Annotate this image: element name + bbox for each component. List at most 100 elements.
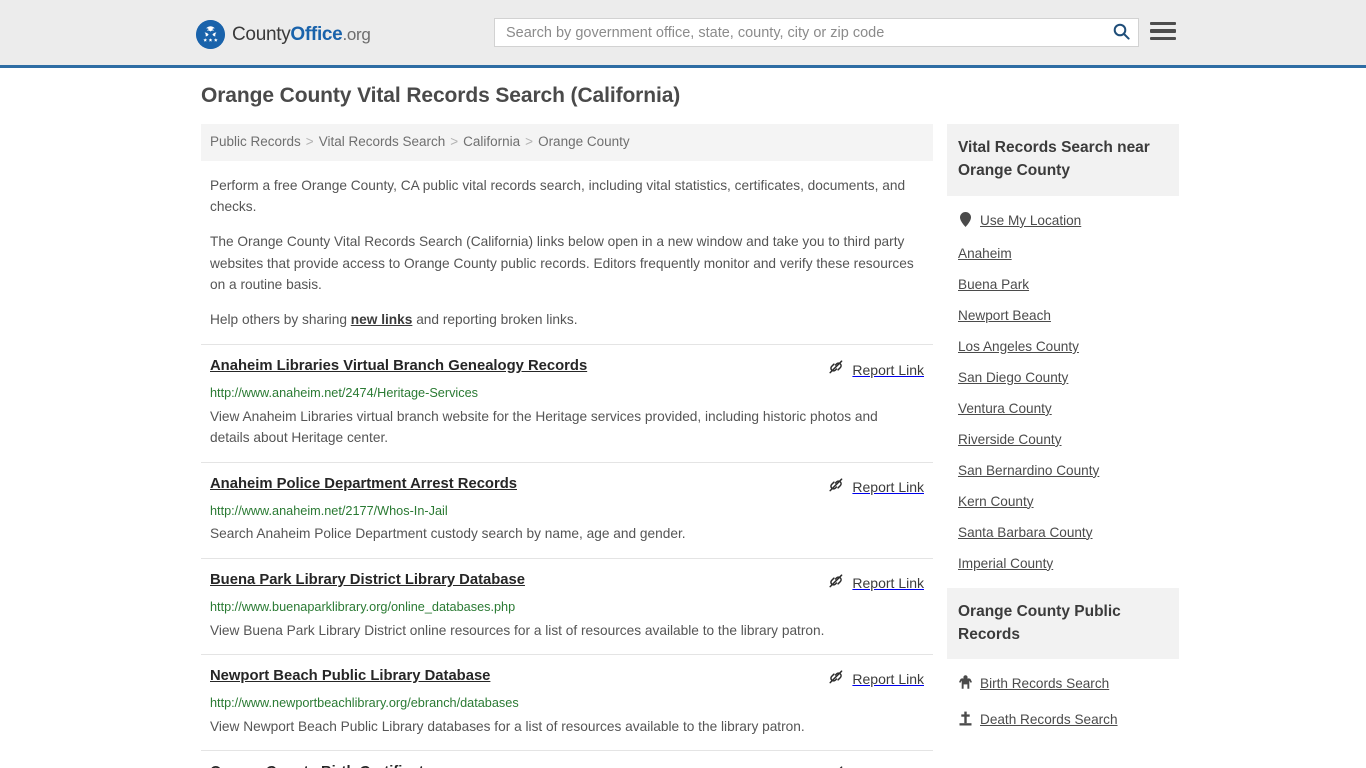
report-link-button[interactable]: Report Link: [828, 358, 924, 380]
result-description: View Anaheim Libraries virtual branch we…: [210, 409, 878, 446]
sidebar-item-kern-county[interactable]: Kern County: [947, 487, 1179, 518]
result-item: Newport Beach Public Library Database Re…: [201, 653, 933, 750]
breadcrumb-item-california[interactable]: California: [463, 134, 520, 149]
breadcrumb-item-orange-county[interactable]: Orange County: [538, 134, 630, 149]
search-icon: [1113, 23, 1130, 43]
sidebar-item-anaheim[interactable]: Anaheim: [947, 239, 1179, 270]
content-container: Orange County Vital Records Search (Cali…: [193, 68, 1179, 768]
result-header: Newport Beach Public Library Database Re…: [210, 668, 924, 690]
result-title-link[interactable]: Anaheim Libraries Virtual Branch Genealo…: [210, 358, 587, 376]
report-link-button[interactable]: Report Link: [828, 764, 924, 768]
report-link-button[interactable]: Report Link: [828, 572, 924, 594]
result-item: Anaheim Police Department Arrest Records: [201, 461, 933, 558]
logo-text-org: .org: [342, 25, 371, 44]
result-url[interactable]: http://www.anaheim.net/2177/Whos-In-Jail: [210, 504, 924, 520]
result-header: Anaheim Police Department Arrest Records: [210, 476, 924, 498]
sidebar-link-san-bernardino-county[interactable]: San Bernardino County: [958, 463, 1099, 479]
sidebar-item-death-records-search[interactable]: Death Records Search: [947, 703, 1179, 739]
breadcrumb-separator: >: [525, 134, 534, 149]
sidebar-item-imperial-county[interactable]: Imperial County: [947, 549, 1179, 580]
result-description: Search Anaheim Police Department custody…: [210, 526, 686, 542]
broken-link-icon: [828, 669, 844, 690]
breadcrumb-separator: >: [450, 134, 459, 149]
report-link-label: Report Link: [852, 575, 924, 592]
breadcrumb: Public Records > Vital Records Search > Cali…: [201, 124, 933, 161]
sidebar-link-riverside-county[interactable]: Riverside County: [958, 432, 1062, 448]
sidebar-item-newport-beach[interactable]: Newport Beach: [947, 301, 1179, 332]
broken-link-icon: [828, 573, 844, 594]
report-link-button[interactable]: Report Link: [828, 668, 924, 690]
result-title-link[interactable]: Buena Park Library District Library Data…: [210, 572, 525, 590]
sidebar-link-birth-records-search[interactable]: Birth Records Search: [980, 676, 1109, 692]
sidebar-link-anaheim[interactable]: Anaheim: [958, 246, 1012, 262]
breadcrumb-separator: >: [305, 134, 314, 149]
intro-paragraph-2: The Orange County Vital Records Search (…: [210, 234, 914, 292]
sidebar-link-imperial-county[interactable]: Imperial County: [958, 556, 1053, 572]
broken-link-icon: [828, 359, 844, 380]
sidebar-link-use-my-location[interactable]: Use My Location: [980, 213, 1081, 229]
result-item: Anaheim Libraries Virtual Branch Genealo…: [201, 344, 933, 461]
search-bar: [494, 18, 1139, 47]
result-title-link[interactable]: Anaheim Police Department Arrest Records: [210, 476, 517, 494]
result-url[interactable]: http://www.anaheim.net/2474/Heritage-Ser…: [210, 386, 924, 402]
result-description: View Newport Beach Public Library databa…: [210, 718, 805, 734]
report-link-button[interactable]: Report Link: [828, 476, 924, 498]
sidebar-item-ventura-county[interactable]: Ventura County: [947, 394, 1179, 425]
hamburger-menu-icon[interactable]: [1150, 20, 1176, 42]
sidebar-link-ventura-county[interactable]: Ventura County: [958, 401, 1052, 417]
sidebar-item-birth-records-search[interactable]: Birth Records Search: [947, 667, 1179, 703]
logo-text-office: Office: [290, 24, 343, 45]
sidebar-nearby-list: Use My Location Anaheim Buena Park Newpo…: [947, 196, 1179, 580]
search-button[interactable]: [1104, 19, 1138, 46]
sidebar-item-los-angeles-county[interactable]: Los Angeles County: [947, 332, 1179, 363]
report-link-label: Report Link: [852, 671, 924, 688]
grave-cross-icon: [958, 711, 972, 731]
intro-text-after-link: and reporting broken links.: [412, 312, 578, 328]
sidebar-public-records-list: Birth Records Search Death Records Searc…: [947, 659, 1179, 738]
intro-paragraph-1: Perform a free Orange County, CA public …: [210, 177, 906, 215]
sidebar-link-los-angeles-county[interactable]: Los Angeles County: [958, 339, 1079, 355]
sidebar-item-santa-barbara-county[interactable]: Santa Barbara County: [947, 518, 1179, 549]
sidebar-link-buena-park[interactable]: Buena Park: [958, 277, 1029, 293]
sidebar-link-newport-beach[interactable]: Newport Beach: [958, 308, 1051, 324]
main-column: Public Records > Vital Records Search > Cali…: [201, 124, 933, 768]
site-header: CountyOffice.org: [0, 0, 1366, 68]
sidebar-item-san-bernardino-county[interactable]: San Bernardino County: [947, 456, 1179, 487]
result-url[interactable]: http://www.newportbeachlibrary.org/ebran…: [210, 696, 924, 712]
sidebar-item-san-diego-county[interactable]: San Diego County: [947, 363, 1179, 394]
result-url[interactable]: http://www.buenaparklibrary.org/online_d…: [210, 600, 924, 616]
sidebar-item-use-my-location[interactable]: Use My Location: [947, 204, 1179, 240]
search-input[interactable]: [495, 19, 1104, 46]
sidebar-link-kern-county[interactable]: Kern County: [958, 494, 1034, 510]
result-title-link[interactable]: Orange County Birth Certificates: [210, 764, 440, 768]
baby-icon: [958, 675, 972, 695]
results-list: Anaheim Libraries Virtual Branch Genealo…: [201, 344, 933, 768]
sidebar-item-riverside-county[interactable]: Riverside County: [947, 425, 1179, 456]
hamburger-bar-1: [1150, 22, 1176, 26]
report-link-label: Report Link: [852, 479, 924, 496]
new-links-link[interactable]: new links: [351, 312, 413, 327]
site-logo-text: CountyOffice.org: [232, 25, 371, 44]
breadcrumb-item-public-records[interactable]: Public Records: [210, 134, 301, 149]
sidebar-link-santa-barbara-county[interactable]: Santa Barbara County: [958, 525, 1093, 541]
sidebar-nearby-heading: Vital Records Search near Orange County: [947, 124, 1179, 196]
result-header: Anaheim Libraries Virtual Branch Genealo…: [210, 358, 924, 380]
sidebar-public-records-box: Orange County Public Records Birth Recor…: [947, 587, 1179, 739]
result-header: Buena Park Library District Library Data…: [210, 572, 924, 594]
location-pin-icon: [958, 211, 972, 232]
result-item: Orange County Birth Certificates R: [201, 749, 933, 768]
site-logo[interactable]: CountyOffice.org: [196, 20, 371, 49]
intro-paragraph-3: Help others by sharing new links and rep…: [210, 309, 926, 330]
breadcrumb-item-vital-records-search[interactable]: Vital Records Search: [319, 134, 446, 149]
result-title-link[interactable]: Newport Beach Public Library Database: [210, 668, 490, 686]
page-title: Orange County Vital Records Search (Cali…: [201, 84, 681, 107]
intro-section: Perform a free Orange County, CA public …: [201, 175, 933, 330]
sidebar-item-buena-park[interactable]: Buena Park: [947, 270, 1179, 301]
sidebar-link-san-diego-county[interactable]: San Diego County: [958, 370, 1068, 386]
result-header: Orange County Birth Certificates R: [210, 764, 924, 768]
sidebar-public-records-heading: Orange County Public Records: [947, 587, 1179, 660]
sidebar-nearby-box: Vital Records Search near Orange County …: [947, 124, 1179, 580]
sidebar-link-death-records-search[interactable]: Death Records Search: [980, 712, 1118, 728]
result-description: View Buena Park Library District online …: [210, 622, 825, 638]
page-body: Orange County Vital Records Search (Cali…: [0, 68, 1366, 768]
